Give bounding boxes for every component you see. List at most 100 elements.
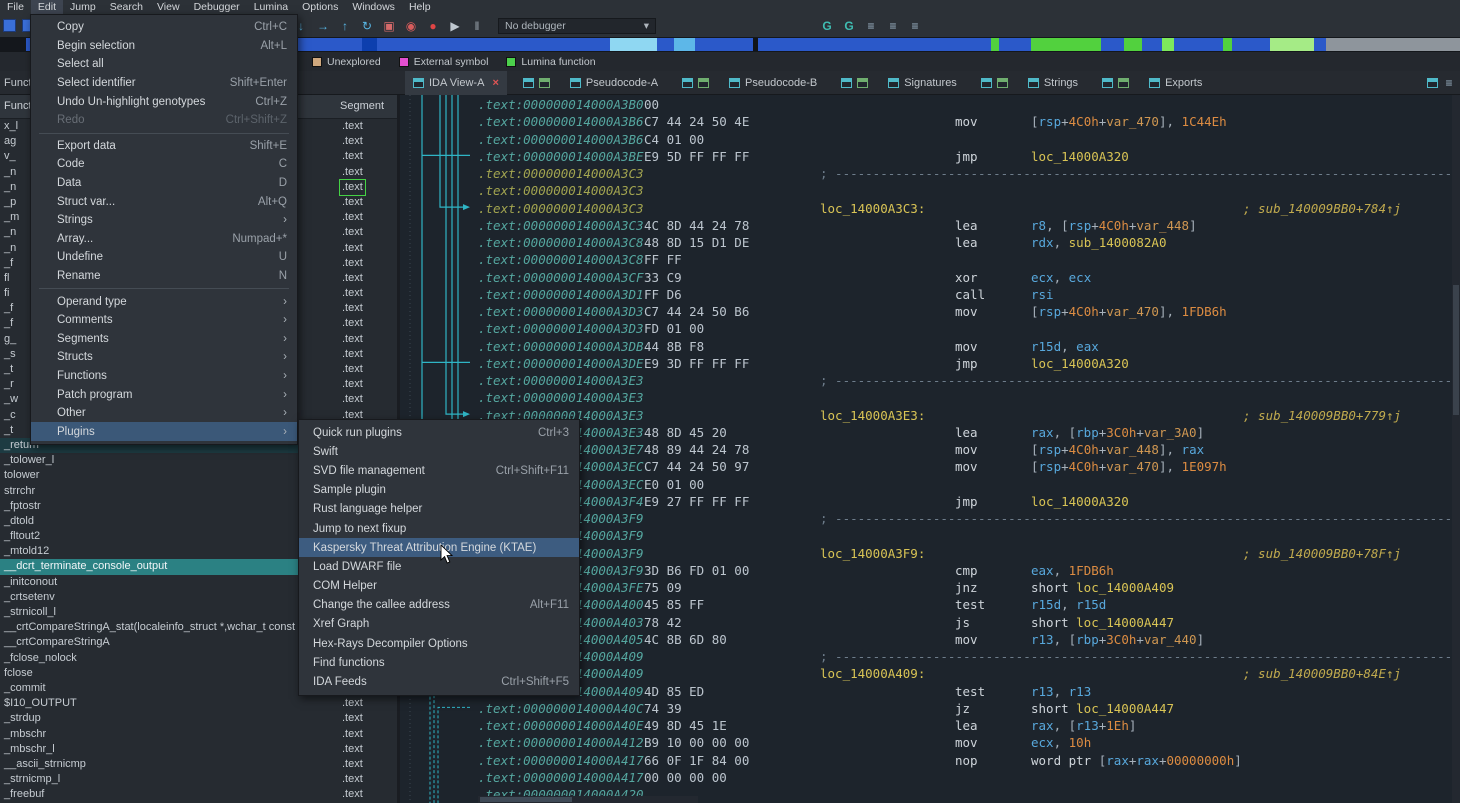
disasm-line[interactable]: .text:000000014000A40C74 39jzshort loc_1… bbox=[400, 700, 1452, 717]
edit-menu-item-copy[interactable]: CopyCtrl+C bbox=[31, 18, 297, 37]
menubar-item-help[interactable]: Help bbox=[402, 0, 438, 14]
horizontal-scrollbar[interactable] bbox=[478, 796, 698, 803]
window-icon[interactable] bbox=[1118, 78, 1129, 88]
edit-menu-item-redo[interactable]: RedoCtrl+Shift+Z bbox=[31, 111, 297, 130]
disasm-line[interactable]: .text:000000014000A3D1FF D6callrsi bbox=[400, 286, 1452, 303]
disasm-line[interactable]: .text:000000014000A412B9 10 00 00 00move… bbox=[400, 734, 1452, 751]
plugins-menu-item-rust-language-helper[interactable]: Rust language helper bbox=[299, 500, 579, 519]
breakpoint-list-icon[interactable]: ▣ bbox=[382, 18, 396, 34]
disasm-line[interactable]: .text:000000014000A3D3C7 44 24 50 B6mov[… bbox=[400, 303, 1452, 320]
edit-menu-item-undefine[interactable]: UndefineU bbox=[31, 248, 297, 267]
function-row[interactable]: _strnicmp_l.text bbox=[0, 772, 397, 787]
disasm-line[interactable]: .text:000000014000A3CF33 C9xorecx, ecx bbox=[400, 269, 1452, 286]
debugger-select[interactable]: No debugger▾ bbox=[498, 18, 656, 34]
edit-menu-item-begin-selection[interactable]: Begin selectionAlt+L bbox=[31, 37, 297, 56]
plugins-menu-item-quick-run-plugins[interactable]: Quick run pluginsCtrl+3 bbox=[299, 423, 579, 442]
scrollbar-thumb[interactable] bbox=[1453, 285, 1459, 415]
edit-menu-item-code[interactable]: CodeC bbox=[31, 155, 297, 174]
plugins-menu-item-hex-rays-decompiler-options[interactable]: Hex-Rays Decompiler Options bbox=[299, 634, 579, 653]
menubar-item-lumina[interactable]: Lumina bbox=[247, 0, 295, 14]
disasm-line[interactable]: .text:000000014000A41766 0F 1F 84 00nopw… bbox=[400, 752, 1452, 769]
window-icon[interactable] bbox=[523, 78, 534, 88]
plugins-menu-item-ida-feeds[interactable]: IDA FeedsCtrl+Shift+F5 bbox=[299, 672, 579, 691]
window-list-icon[interactable]: ≡ bbox=[1442, 75, 1456, 91]
disasm-line[interactable]: .text:000000014000A3C3loc_14000A3C3:; su… bbox=[400, 200, 1452, 217]
plugins-menu-item-change-the-callee-address[interactable]: Change the callee addressAlt+F11 bbox=[299, 596, 579, 615]
plugins-menu-item-com-helper[interactable]: COM Helper bbox=[299, 577, 579, 596]
edit-menu-item-segments[interactable]: Segments› bbox=[31, 330, 297, 349]
disasm-line[interactable]: .text:000000014000A3C3; ----------------… bbox=[400, 165, 1452, 182]
edit-menu-item-undo-un-highlight-genotypes[interactable]: Undo Un-highlight genotypesCtrl+Z bbox=[31, 92, 297, 111]
window-icon[interactable] bbox=[682, 78, 693, 88]
edit-menu-item-structs[interactable]: Structs› bbox=[31, 348, 297, 367]
column-segment[interactable]: Segment bbox=[340, 100, 384, 112]
window-icon[interactable] bbox=[1427, 78, 1438, 88]
function-row[interactable]: _freebuf.text bbox=[0, 787, 397, 802]
edit-menu-item-strings[interactable]: Strings› bbox=[31, 211, 297, 230]
window-icon[interactable] bbox=[997, 78, 1008, 88]
disasm-line[interactable]: .text:000000014000A3C8FF FF bbox=[400, 251, 1452, 268]
function-row[interactable]: $I10_OUTPUT.text bbox=[0, 696, 397, 711]
disasm-line[interactable]: .text:000000014000A3B6C7 44 24 50 4Emov[… bbox=[400, 113, 1452, 130]
edit-menu-item-select-identifier[interactable]: Select identifierShift+Enter bbox=[31, 74, 297, 93]
close-icon[interactable]: × bbox=[492, 77, 498, 89]
disasm-line[interactable]: .text:000000014000A3B6C4 01 00 bbox=[400, 131, 1452, 148]
disasm-line[interactable]: .text:000000014000A3C34C 8D 44 24 78lear… bbox=[400, 217, 1452, 234]
window-icon[interactable] bbox=[857, 78, 868, 88]
function-row[interactable]: _mbschr.text bbox=[0, 727, 397, 742]
menubar-item-options[interactable]: Options bbox=[295, 0, 345, 14]
edit-menu-item-rename[interactable]: RenameN bbox=[31, 267, 297, 286]
edit-menu-item-patch-program[interactable]: Patch program› bbox=[31, 385, 297, 404]
edit-menu-item-plugins[interactable]: Plugins› bbox=[31, 422, 297, 441]
edit-menu-item-operand-type[interactable]: Operand type› bbox=[31, 292, 297, 311]
disasm-line[interactable]: .text:000000014000A3E3 bbox=[400, 389, 1452, 406]
plugins-menu-item-kaspersky-threat-attribution-engine-ktae[interactable]: Kaspersky Threat Attribution Engine (KTA… bbox=[299, 538, 579, 557]
disasm-line[interactable]: .text:000000014000A40E49 8D 45 1Elearax,… bbox=[400, 717, 1452, 734]
run-icon[interactable]: ▶ bbox=[448, 18, 462, 34]
lumina-push-icon[interactable]: G bbox=[842, 18, 856, 34]
edit-menu-item-struct-var[interactable]: Struct var...Alt+Q bbox=[31, 192, 297, 211]
menubar-item-jump[interactable]: Jump bbox=[63, 0, 103, 14]
tab-pseudocode-b[interactable]: Pseudocode-B bbox=[721, 71, 825, 95]
window-icon[interactable] bbox=[539, 78, 550, 88]
function-row[interactable]: _mbschr_l.text bbox=[0, 742, 397, 757]
plugins-menu-item-load-dwarf-file[interactable]: Load DWARF file bbox=[299, 557, 579, 576]
menubar-item-debugger[interactable]: Debugger bbox=[187, 0, 247, 14]
plugins-menu-item-jump-to-next-fixup[interactable]: Jump to next fixup bbox=[299, 519, 579, 538]
disasm-line[interactable]: .text:000000014000A3C848 8D 15 D1 DElear… bbox=[400, 234, 1452, 251]
window-icon[interactable] bbox=[981, 78, 992, 88]
edit-menu-item-export-data[interactable]: Export dataShift+E bbox=[31, 137, 297, 156]
disasm-line[interactable]: .text:000000014000A3DB44 8B F8movr15d, e… bbox=[400, 338, 1452, 355]
disasm-line[interactable]: .text:000000014000A3C3 bbox=[400, 182, 1452, 199]
tab-strings[interactable]: Strings bbox=[1020, 71, 1086, 95]
disasm-line[interactable]: .text:000000014000A3DEE9 3D FF FF FFjmpl… bbox=[400, 355, 1452, 372]
menubar-item-file[interactable]: File bbox=[0, 0, 31, 14]
tab-exports[interactable]: Exports bbox=[1141, 71, 1210, 95]
plugins-menu-item-sample-plugin[interactable]: Sample plugin bbox=[299, 481, 579, 500]
edit-menu-item-select-all[interactable]: Select all bbox=[31, 55, 297, 74]
edit-menu-item-array[interactable]: Array...Numpad+* bbox=[31, 230, 297, 249]
function-row[interactable]: __ascii_strnicmp.text bbox=[0, 757, 397, 772]
edit-menu-item-data[interactable]: DataD bbox=[31, 174, 297, 193]
plugins-menu-item-svd-file-management[interactable]: SVD file managementCtrl+Shift+F11 bbox=[299, 461, 579, 480]
menubar-item-search[interactable]: Search bbox=[103, 0, 150, 14]
vertical-scrollbar[interactable] bbox=[1452, 95, 1460, 803]
window-icon[interactable] bbox=[698, 78, 709, 88]
function-row[interactable]: _strdup.text bbox=[0, 711, 397, 726]
disasm-line[interactable]: .text:000000014000A41700 00 00 00 bbox=[400, 769, 1452, 786]
disasm-line[interactable]: .text:000000014000A3D3FD 01 00 bbox=[400, 320, 1452, 337]
tab-ida-view-a[interactable]: IDA View-A× bbox=[405, 71, 507, 95]
disasm-line[interactable]: .text:000000014000A3B000 bbox=[400, 96, 1452, 113]
menubar-item-edit[interactable]: Edit bbox=[31, 0, 63, 14]
edit-menu-item-comments[interactable]: Comments› bbox=[31, 311, 297, 330]
pause-icon[interactable]: ‖ bbox=[470, 18, 484, 34]
window-icon[interactable] bbox=[1102, 78, 1113, 88]
menubar-item-view[interactable]: View bbox=[150, 0, 187, 14]
stop-icon[interactable]: ● bbox=[426, 18, 440, 34]
menubar-item-windows[interactable]: Windows bbox=[345, 0, 402, 14]
run-until-return-icon[interactable]: ↑ bbox=[338, 18, 352, 34]
stack-view-icon[interactable]: ≡ bbox=[886, 18, 900, 34]
lumina-pull-icon[interactable]: G bbox=[820, 18, 834, 34]
step-over-icon[interactable]: → bbox=[316, 18, 330, 34]
plugins-menu-item-xref-graph[interactable]: Xref Graph bbox=[299, 615, 579, 634]
